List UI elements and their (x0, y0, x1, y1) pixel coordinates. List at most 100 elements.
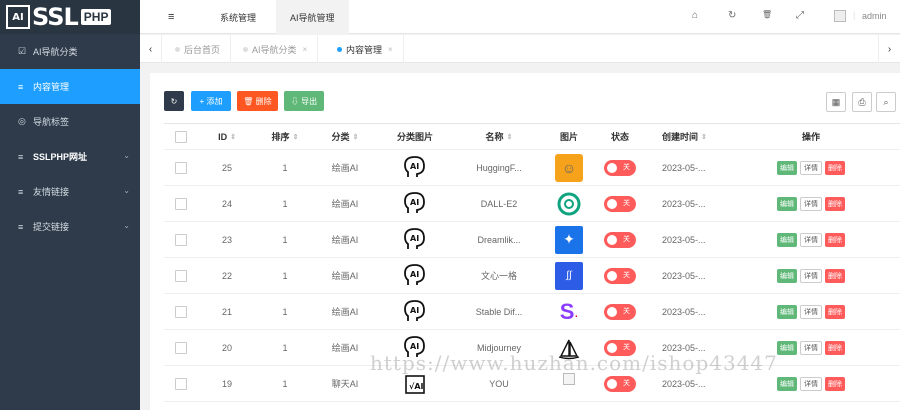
sidebar-item-friend-links[interactable]: ≡ 友情链接 ⌄ (0, 174, 140, 209)
detail-button[interactable]: 详情 (800, 160, 822, 175)
row-checkbox[interactable] (175, 233, 187, 246)
row-checkbox[interactable] (175, 269, 187, 282)
status-toggle[interactable]: 关 (604, 303, 636, 320)
delete-row-button[interactable]: 删除 (825, 160, 845, 175)
table-row[interactable]: 22 1 绘画AI AI 文心一格 ∫∫ 关 2023-05-... 编辑 详情 删除 (164, 258, 900, 294)
tabs-prev-icon[interactable]: ‹ (140, 35, 162, 63)
header-checkbox-cell[interactable] (164, 124, 198, 149)
row-checkbox-cell[interactable] (164, 258, 198, 293)
logo[interactable]: AI SSL PHP (0, 0, 140, 34)
sort-icon: ⇕ (292, 133, 299, 141)
header-id[interactable]: ID ⇕ (198, 124, 256, 149)
row-checkbox-cell[interactable] (164, 222, 198, 257)
avatar[interactable] (834, 10, 846, 22)
table-row[interactable]: 24 1 绘画AI AI DALL-E2 关 2023-05-... 编辑 详情 删除 (164, 186, 900, 222)
cell-id: 23 (221, 234, 232, 245)
status-toggle[interactable]: 关 (604, 267, 636, 284)
header-created-time[interactable]: 创建时间 ⇕ (646, 124, 746, 149)
status-toggle-cell[interactable]: 关 (594, 186, 646, 221)
edit-button[interactable]: 编辑 (777, 196, 797, 211)
table-row[interactable]: 23 1 绘画AI AI Dreamlik... ✦ 关 2023-05-... 编辑 详情 删除 (164, 222, 900, 258)
refresh-button[interactable]: ↻ (164, 91, 184, 111)
detail-button[interactable]: 详情 (800, 196, 822, 211)
select-all-checkbox[interactable] (175, 130, 187, 143)
clear-cache-icon[interactable]: 🗑 (762, 10, 772, 19)
status-toggle-cell[interactable]: 关 (594, 150, 646, 185)
topbar: ≡ 系统管理 AI导航管理 ⌂ ↻ 🗑 ⤢ | admin (140, 0, 900, 34)
sidebar-item-sslphp-sites[interactable]: ≡ SSLPHP网址 ⌄ (0, 139, 140, 174)
status-toggle[interactable]: 关 (604, 159, 636, 176)
menu-toggle-icon[interactable]: ≡ (168, 0, 174, 34)
cell-id: 19 (221, 378, 232, 389)
admin-username[interactable]: admin (862, 11, 887, 21)
row-checkbox-cell[interactable] (164, 330, 198, 365)
detail-button[interactable]: 详情 (800, 304, 822, 319)
row-checkbox[interactable] (175, 197, 187, 210)
search-icon[interactable]: ⌕ (876, 92, 896, 112)
row-checkbox-cell[interactable] (164, 150, 198, 185)
row-checkbox-cell[interactable] (164, 294, 198, 329)
detail-button[interactable]: 详情 (800, 268, 822, 283)
sidebar-item-submit-links[interactable]: ≡ 提交链接 ⌄ (0, 209, 140, 244)
tab-dot-icon (175, 46, 180, 52)
list-icon: ≡ (18, 151, 24, 162)
sidebar-item-tags[interactable]: ◎ 导航标签 (0, 104, 140, 139)
export-button[interactable]: ⇩ 导出 (284, 91, 324, 111)
edit-button[interactable]: 编辑 (777, 304, 797, 319)
home-icon[interactable]: ⌂ (692, 10, 698, 21)
header-category[interactable]: 分类 ⇕ (314, 124, 376, 149)
sidebar-item-content[interactable]: ≡ 内容管理 (0, 69, 140, 104)
delete-row-button[interactable]: 删除 (825, 268, 845, 283)
delete-button[interactable]: 🗑 删除 (237, 91, 278, 111)
edit-button[interactable]: 编辑 (777, 376, 797, 391)
delete-row-button[interactable]: 删除 (825, 304, 845, 319)
table-row[interactable]: 21 1 绘画AI AI Stable Dif... S. 关 2023-05-... 编辑 详情… (164, 294, 900, 330)
page-tab-content[interactable]: 内容管理 × (327, 35, 404, 63)
detail-button[interactable]: 详情 (800, 232, 822, 247)
detail-button[interactable]: 详情 (800, 376, 822, 391)
status-toggle[interactable]: 关 (604, 231, 636, 248)
sidebar-item-ai-category[interactable]: ☑ AI导航分类 (0, 34, 140, 69)
cell-id: 24 (221, 198, 232, 209)
print-icon[interactable]: ⎙ (852, 92, 872, 112)
status-toggle[interactable]: 关 (604, 375, 636, 392)
chevron-down-icon: ⌄ (123, 151, 130, 160)
edit-button[interactable]: 编辑 (777, 268, 797, 283)
table-row[interactable]: 25 1 绘画AI AI HuggingF... ☺ 关 2023-05-... 编辑 详情 删除 (164, 150, 900, 186)
row-checkbox[interactable] (175, 377, 187, 390)
header-sort[interactable]: 排序 ⇕ (256, 124, 314, 149)
status-toggle-cell[interactable]: 关 (594, 222, 646, 257)
status-toggle-cell[interactable]: 关 (594, 294, 646, 329)
refresh-icon[interactable]: ↻ (728, 10, 736, 21)
row-checkbox-cell[interactable] (164, 186, 198, 221)
status-toggle[interactable]: 关 (604, 195, 636, 212)
sidebar: AI SSL PHP ☑ AI导航分类 ≡ 内容管理 ◎ 导航标签 ≡ SSLP… (0, 0, 140, 410)
edit-button[interactable]: 编辑 (777, 160, 797, 175)
fullscreen-icon[interactable]: ⤢ (796, 10, 804, 21)
detail-button[interactable]: 详情 (800, 340, 822, 355)
edit-button[interactable]: 编辑 (777, 340, 797, 355)
close-icon[interactable]: × (388, 45, 393, 54)
add-button[interactable]: + 添加 (191, 91, 231, 111)
toggle-label: 关 (623, 163, 630, 171)
columns-icon[interactable]: ▦ (826, 92, 846, 112)
delete-row-button[interactable]: 删除 (825, 232, 845, 247)
cell-id: 20 (221, 342, 232, 353)
tab-ai-nav[interactable]: AI导航管理 (276, 0, 349, 34)
row-checkbox-cell[interactable] (164, 366, 198, 401)
delete-row-button[interactable]: 删除 (825, 340, 845, 355)
tab-system[interactable]: 系统管理 (208, 0, 268, 34)
row-checkbox[interactable] (175, 161, 187, 174)
delete-row-button[interactable]: 删除 (825, 376, 845, 391)
sort-icon: ⇕ (701, 133, 707, 141)
page-tab-ai-category[interactable]: AI导航分类 × (233, 35, 319, 63)
row-checkbox[interactable] (175, 341, 187, 354)
row-checkbox[interactable] (175, 305, 187, 318)
header-name[interactable]: 名称 ⇕ (454, 124, 544, 149)
tabs-next-icon[interactable]: › (878, 35, 900, 63)
status-toggle-cell[interactable]: 关 (594, 258, 646, 293)
page-tab-home[interactable]: 后台首页 (165, 35, 232, 63)
close-icon[interactable]: × (303, 45, 308, 54)
delete-row-button[interactable]: 删除 (825, 196, 845, 211)
edit-button[interactable]: 编辑 (777, 232, 797, 247)
